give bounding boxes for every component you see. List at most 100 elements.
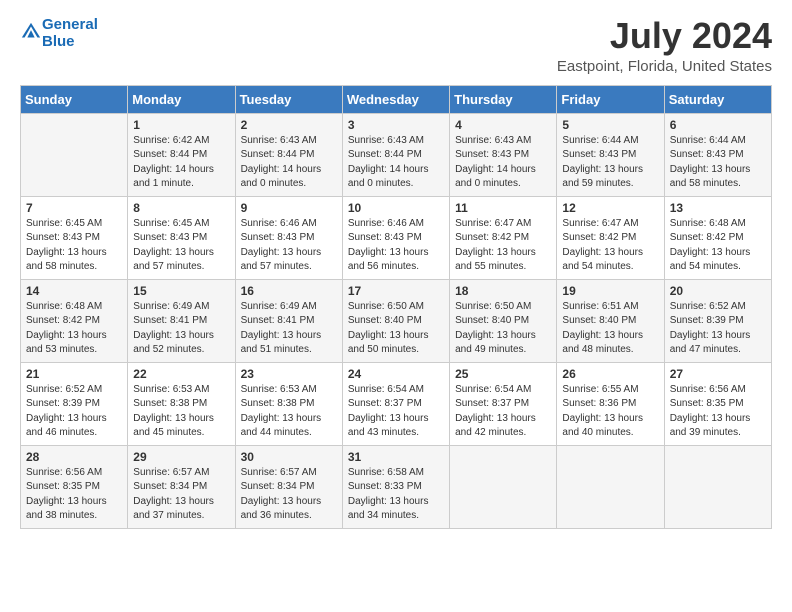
day-number: 23 bbox=[241, 367, 337, 381]
day-number: 26 bbox=[562, 367, 658, 381]
day-info: Sunrise: 6:54 AMSunset: 8:37 PMDaylight:… bbox=[348, 383, 444, 441]
day-info: Sunrise: 6:53 AMSunset: 8:38 PMDaylight:… bbox=[241, 383, 337, 441]
day-cell: 21 Sunrise: 6:52 AMSunset: 8:39 PMDayligh… bbox=[21, 362, 128, 445]
day-cell: 14 Sunrise: 6:48 AMSunset: 8:42 PMDayligh… bbox=[21, 279, 128, 362]
day-cell: 6 Sunrise: 6:44 AMSunset: 8:43 PMDaylight… bbox=[664, 113, 771, 196]
day-info: Sunrise: 6:52 AMSunset: 8:39 PMDaylight:… bbox=[670, 300, 766, 358]
header-tuesday: Tuesday bbox=[235, 85, 342, 113]
day-cell: 15 Sunrise: 6:49 AMSunset: 8:41 PMDayligh… bbox=[128, 279, 235, 362]
day-cell bbox=[557, 445, 664, 528]
day-info: Sunrise: 6:56 AMSunset: 8:35 PMDaylight:… bbox=[670, 383, 766, 441]
day-info: Sunrise: 6:44 AMSunset: 8:43 PMDaylight:… bbox=[670, 134, 766, 192]
day-cell: 18Sunrise: 6:50 AMSunset: 8:40 PMDayligh… bbox=[450, 279, 557, 362]
day-info: Sunrise: 6:49 AMSunset: 8:41 PMDaylight:… bbox=[241, 300, 337, 358]
week-row-3: 14 Sunrise: 6:48 AMSunset: 8:42 PMDayligh… bbox=[21, 279, 772, 362]
day-info: Sunrise: 6:46 AMSunset: 8:43 PMDaylight:… bbox=[348, 217, 444, 275]
day-cell: 2 Sunrise: 6:43 AMSunset: 8:44 PMDaylight… bbox=[235, 113, 342, 196]
day-cell: 9 Sunrise: 6:46 AMSunset: 8:43 PMDaylight… bbox=[235, 196, 342, 279]
header-sunday: Sunday bbox=[21, 85, 128, 113]
day-number: 19 bbox=[562, 284, 658, 298]
day-cell bbox=[664, 445, 771, 528]
day-info: Sunrise: 6:49 AMSunset: 8:41 PMDaylight:… bbox=[133, 300, 229, 358]
day-cell: 8 Sunrise: 6:45 AMSunset: 8:43 PMDaylight… bbox=[128, 196, 235, 279]
header-thursday: Thursday bbox=[450, 85, 557, 113]
day-info: Sunrise: 6:46 AMSunset: 8:43 PMDaylight:… bbox=[241, 217, 337, 275]
day-cell: 20Sunrise: 6:52 AMSunset: 8:39 PMDayligh… bbox=[664, 279, 771, 362]
day-cell: 30Sunrise: 6:57 AMSunset: 8:34 PMDayligh… bbox=[235, 445, 342, 528]
day-number: 31 bbox=[348, 450, 444, 464]
day-number: 15 bbox=[133, 284, 229, 298]
week-row-2: 7Sunrise: 6:45 AMSunset: 8:43 PMDaylight… bbox=[21, 196, 772, 279]
day-cell: 23 Sunrise: 6:53 AMSunset: 8:38 PMDayligh… bbox=[235, 362, 342, 445]
day-number: 2 bbox=[241, 118, 337, 132]
day-info: Sunrise: 6:47 AMSunset: 8:42 PMDaylight:… bbox=[455, 217, 551, 275]
day-number: 21 bbox=[26, 367, 122, 381]
day-info: Sunrise: 6:47 AMSunset: 8:42 PMDaylight:… bbox=[562, 217, 658, 275]
day-info: Sunrise: 6:43 AMSunset: 8:44 PMDaylight:… bbox=[348, 134, 444, 192]
calendar-table: SundayMondayTuesdayWednesdayThursdayFrid… bbox=[20, 85, 772, 529]
day-cell: 12 Sunrise: 6:47 AMSunset: 8:42 PMDayligh… bbox=[557, 196, 664, 279]
day-number: 9 bbox=[241, 201, 337, 215]
day-cell: 11 Sunrise: 6:47 AMSunset: 8:42 PMDayligh… bbox=[450, 196, 557, 279]
logo-text: General Blue bbox=[42, 16, 98, 51]
day-info: Sunrise: 6:55 AMSunset: 8:36 PMDaylight:… bbox=[562, 383, 658, 441]
day-number: 25 bbox=[455, 367, 551, 381]
day-info: Sunrise: 6:45 AMSunset: 8:43 PMDaylight:… bbox=[133, 217, 229, 275]
day-info: Sunrise: 6:50 AMSunset: 8:40 PMDaylight:… bbox=[348, 300, 444, 358]
day-cell bbox=[21, 113, 128, 196]
subtitle: Eastpoint, Florida, United States bbox=[557, 58, 772, 75]
day-cell: 13 Sunrise: 6:48 AMSunset: 8:42 PMDayligh… bbox=[664, 196, 771, 279]
day-number: 16 bbox=[241, 284, 337, 298]
day-number: 8 bbox=[133, 201, 229, 215]
day-info: Sunrise: 6:53 AMSunset: 8:38 PMDaylight:… bbox=[133, 383, 229, 441]
logo-icon bbox=[20, 21, 42, 43]
day-cell: 19 Sunrise: 6:51 AMSunset: 8:40 PMDayligh… bbox=[557, 279, 664, 362]
logo: General Blue bbox=[20, 16, 98, 51]
day-info: Sunrise: 6:45 AMSunset: 8:43 PMDaylight:… bbox=[26, 217, 122, 275]
day-number: 11 bbox=[455, 201, 551, 215]
day-number: 13 bbox=[670, 201, 766, 215]
header-wednesday: Wednesday bbox=[342, 85, 449, 113]
day-cell: 24 Sunrise: 6:54 AMSunset: 8:37 PMDayligh… bbox=[342, 362, 449, 445]
header: General Blue July 2024 Eastpoint, Florid… bbox=[20, 16, 772, 75]
day-cell: 25Sunrise: 6:54 AMSunset: 8:37 PMDayligh… bbox=[450, 362, 557, 445]
day-info: Sunrise: 6:50 AMSunset: 8:40 PMDaylight:… bbox=[455, 300, 551, 358]
day-info: Sunrise: 6:43 AMSunset: 8:43 PMDaylight:… bbox=[455, 134, 551, 192]
day-info: Sunrise: 6:48 AMSunset: 8:42 PMDaylight:… bbox=[26, 300, 122, 358]
day-info: Sunrise: 6:51 AMSunset: 8:40 PMDaylight:… bbox=[562, 300, 658, 358]
day-number: 4 bbox=[455, 118, 551, 132]
day-number: 1 bbox=[133, 118, 229, 132]
day-cell bbox=[450, 445, 557, 528]
header-monday: Monday bbox=[128, 85, 235, 113]
day-cell: 28 Sunrise: 6:56 AMSunset: 8:35 PMDayligh… bbox=[21, 445, 128, 528]
day-info: Sunrise: 6:43 AMSunset: 8:44 PMDaylight:… bbox=[241, 134, 337, 192]
calendar-header-row: SundayMondayTuesdayWednesdayThursdayFrid… bbox=[21, 85, 772, 113]
day-info: Sunrise: 6:48 AMSunset: 8:42 PMDaylight:… bbox=[670, 217, 766, 275]
header-saturday: Saturday bbox=[664, 85, 771, 113]
day-cell: 16 Sunrise: 6:49 AMSunset: 8:41 PMDayligh… bbox=[235, 279, 342, 362]
main-title: July 2024 bbox=[557, 16, 772, 56]
day-info: Sunrise: 6:57 AMSunset: 8:34 PMDaylight:… bbox=[241, 466, 337, 524]
title-block: July 2024 Eastpoint, Florida, United Sta… bbox=[557, 16, 772, 75]
day-cell: 26 Sunrise: 6:55 AMSunset: 8:36 PMDayligh… bbox=[557, 362, 664, 445]
day-number: 27 bbox=[670, 367, 766, 381]
day-cell: 29Sunrise: 6:57 AMSunset: 8:34 PMDayligh… bbox=[128, 445, 235, 528]
day-cell: 31Sunrise: 6:58 AMSunset: 8:33 PMDayligh… bbox=[342, 445, 449, 528]
day-number: 24 bbox=[348, 367, 444, 381]
day-number: 12 bbox=[562, 201, 658, 215]
day-cell: 27 Sunrise: 6:56 AMSunset: 8:35 PMDayligh… bbox=[664, 362, 771, 445]
day-number: 6 bbox=[670, 118, 766, 132]
day-number: 3 bbox=[348, 118, 444, 132]
day-cell: 7Sunrise: 6:45 AMSunset: 8:43 PMDaylight… bbox=[21, 196, 128, 279]
day-cell: 10 Sunrise: 6:46 AMSunset: 8:43 PMDayligh… bbox=[342, 196, 449, 279]
day-number: 14 bbox=[26, 284, 122, 298]
day-info: Sunrise: 6:42 AMSunset: 8:44 PMDaylight:… bbox=[133, 134, 229, 192]
day-number: 28 bbox=[26, 450, 122, 464]
day-info: Sunrise: 6:52 AMSunset: 8:39 PMDaylight:… bbox=[26, 383, 122, 441]
day-info: Sunrise: 6:56 AMSunset: 8:35 PMDaylight:… bbox=[26, 466, 122, 524]
week-row-4: 21 Sunrise: 6:52 AMSunset: 8:39 PMDayligh… bbox=[21, 362, 772, 445]
day-number: 5 bbox=[562, 118, 658, 132]
day-number: 10 bbox=[348, 201, 444, 215]
day-info: Sunrise: 6:57 AMSunset: 8:34 PMDaylight:… bbox=[133, 466, 229, 524]
day-cell: 17Sunrise: 6:50 AMSunset: 8:40 PMDayligh… bbox=[342, 279, 449, 362]
